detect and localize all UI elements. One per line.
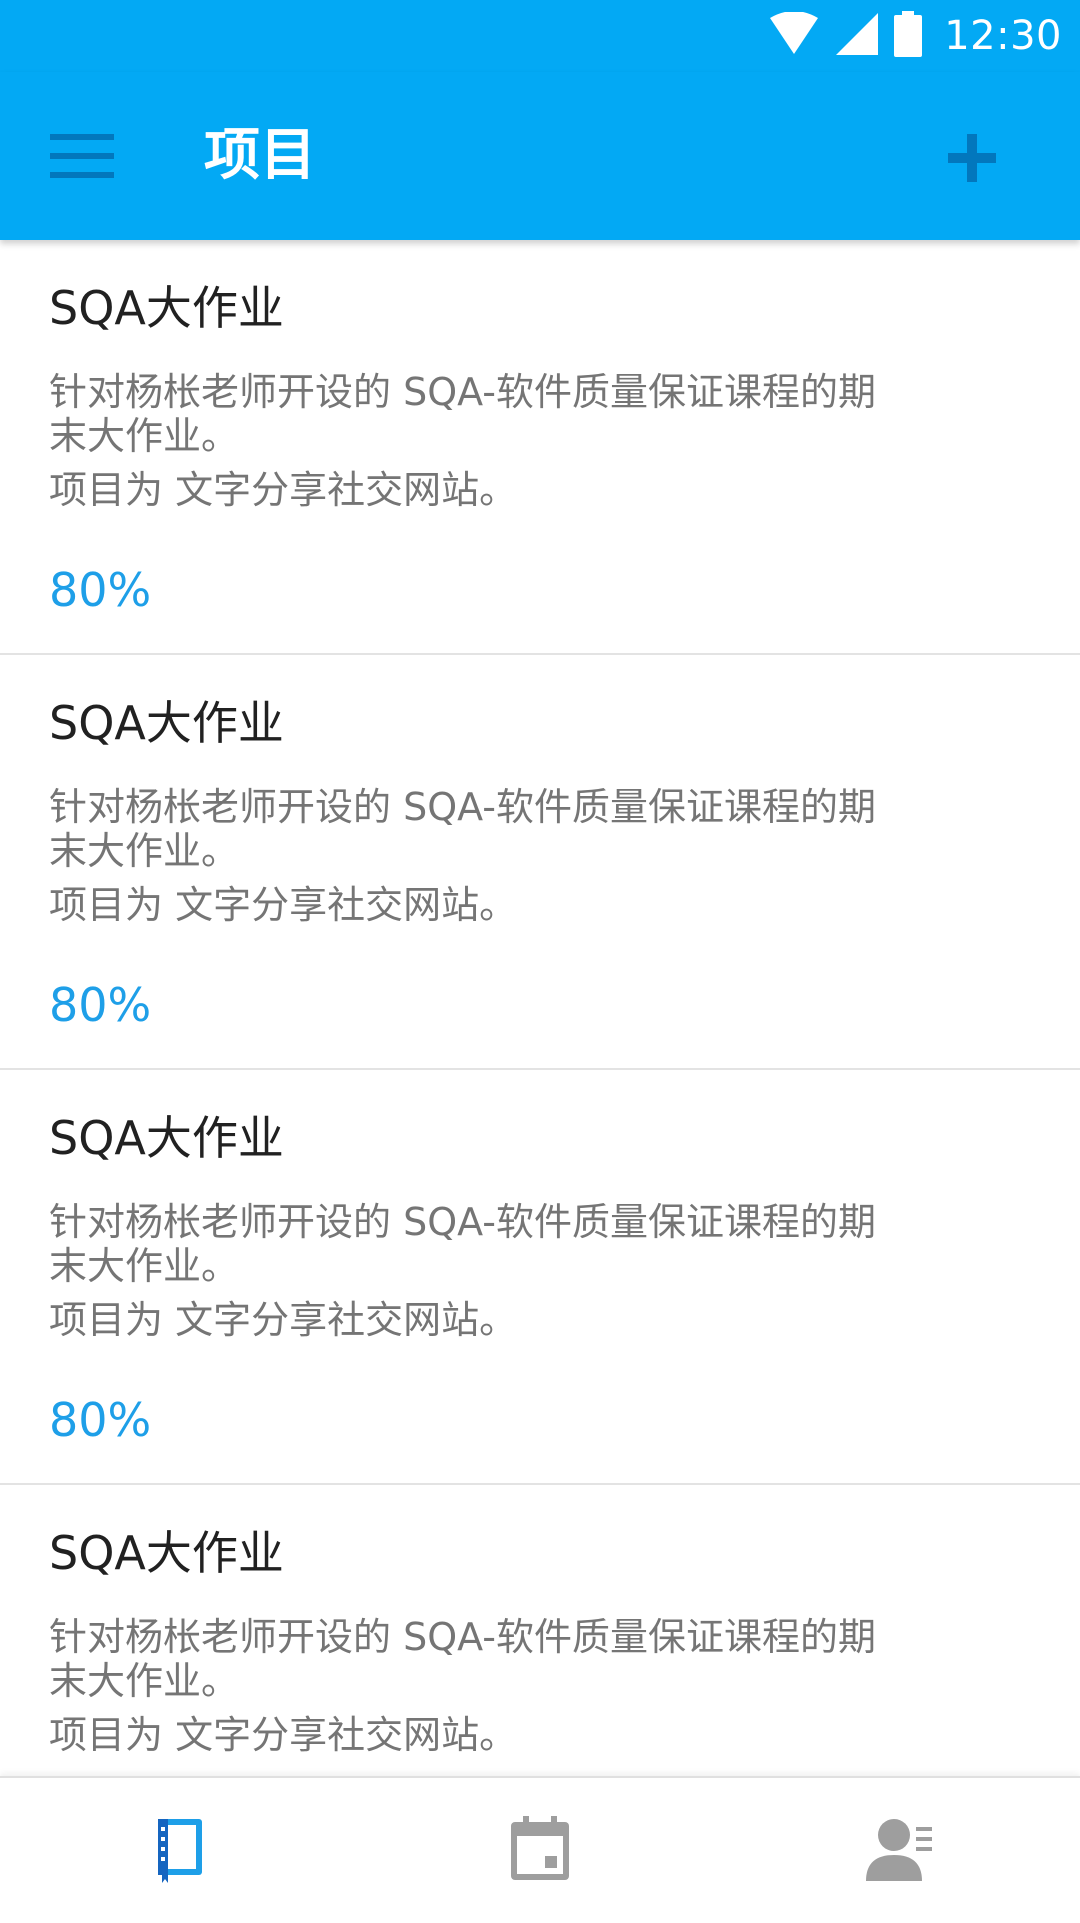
status-bar: 12:30: [0, 0, 1080, 72]
project-description-line1: 针对杨枨老师开设的 SQA-软件质量保证课程的期末大作业。: [49, 785, 876, 873]
project-card[interactable]: SQA大作业 针对杨枨老师开设的 SQA-软件质量保证课程的期末大作业。 项目为…: [0, 240, 1080, 655]
bottom-navigation: [0, 1776, 1080, 1923]
page-title: 项目: [204, 123, 316, 188]
cell-signal-icon: [836, 13, 879, 59]
project-title: SQA大作业: [49, 696, 284, 750]
project-description-line2: 项目为 文字分享社交网站。: [49, 883, 518, 927]
project-description-line1: 针对杨枨老师开设的 SQA-软件质量保证课程的期末大作业。: [49, 1615, 876, 1703]
nav-item-contacts[interactable]: [720, 1778, 1080, 1923]
add-button[interactable]: [936, 116, 1008, 196]
wifi-icon: [768, 11, 820, 60]
project-description: 针对杨枨老师开设的 SQA-软件质量保证课程的期末大作业。 项目为 文字分享社交…: [49, 785, 909, 927]
app-bar: 项目: [0, 72, 1080, 240]
project-progress: 80%: [49, 1393, 152, 1447]
project-card[interactable]: SQA大作业 针对杨枨老师开设的 SQA-软件质量保证课程的期末大作业。 项目为…: [0, 1070, 1080, 1485]
project-title: SQA大作业: [49, 281, 284, 335]
calendar-icon: [509, 1815, 571, 1886]
project-description-line2: 项目为 文字分享社交网站。: [49, 1298, 518, 1342]
battery-icon: [894, 11, 923, 61]
project-description: 针对杨枨老师开设的 SQA-软件质量保证课程的期末大作业。 项目为 文字分享社交…: [49, 1615, 909, 1757]
add-icon: [936, 134, 1008, 200]
project-description: 针对杨枨老师开设的 SQA-软件质量保证课程的期末大作业。 项目为 文字分享社交…: [49, 370, 909, 512]
project-description-line1: 针对杨枨老师开设的 SQA-软件质量保证课程的期末大作业。: [49, 1200, 876, 1288]
contacts-icon: [866, 1817, 934, 1885]
project-description: 针对杨枨老师开设的 SQA-软件质量保证课程的期末大作业。 项目为 文字分享社交…: [49, 1200, 909, 1342]
project-title: SQA大作业: [49, 1526, 284, 1580]
project-description-line1: 针对杨枨老师开设的 SQA-软件质量保证课程的期末大作业。: [49, 370, 876, 458]
menu-icon[interactable]: [44, 128, 120, 184]
project-list: SQA大作业 针对杨枨老师开设的 SQA-软件质量保证课程的期末大作业。 项目为…: [0, 240, 1080, 1776]
notebook-icon: [154, 1815, 206, 1887]
status-time: 12:30: [944, 13, 1062, 59]
project-progress: 80%: [49, 563, 152, 617]
project-description-line2: 项目为 文字分享社交网站。: [49, 1713, 518, 1757]
project-description-line2: 项目为 文字分享社交网站。: [49, 468, 518, 512]
project-card[interactable]: SQA大作业 针对杨枨老师开设的 SQA-软件质量保证课程的期末大作业。 项目为…: [0, 1485, 1080, 1776]
project-title: SQA大作业: [49, 1111, 284, 1165]
project-progress: 80%: [49, 978, 152, 1032]
nav-item-calendar[interactable]: [360, 1778, 720, 1923]
status-icons: 12:30: [768, 0, 1062, 72]
project-card[interactable]: SQA大作业 针对杨枨老师开设的 SQA-软件质量保证课程的期末大作业。 项目为…: [0, 655, 1080, 1070]
nav-item-projects[interactable]: [0, 1778, 360, 1923]
